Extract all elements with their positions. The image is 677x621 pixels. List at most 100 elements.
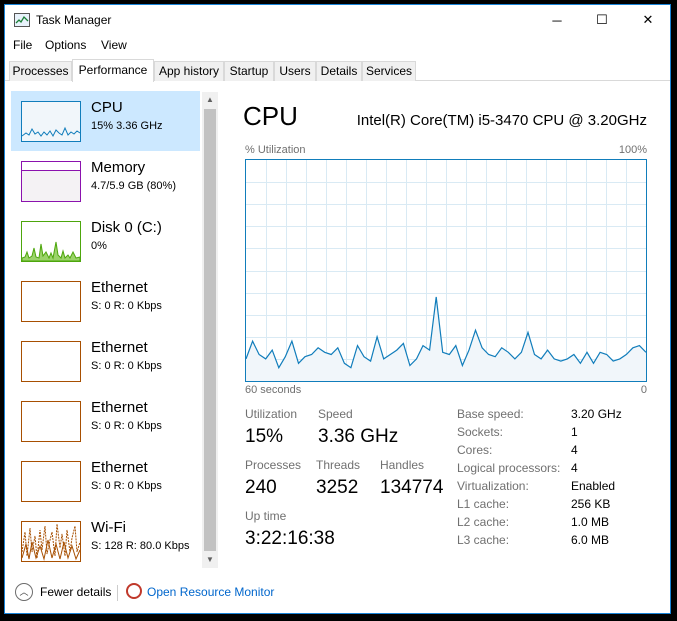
- sidebar-item-title: Ethernet: [91, 399, 148, 416]
- sidebar-item-ethernet[interactable]: Ethernet S: 0 R: 0 Kbps: [11, 391, 198, 451]
- sidebar-item-subtitle: S: 0 R: 0 Kbps: [91, 480, 162, 492]
- sidebar-item-ethernet[interactable]: Ethernet S: 0 R: 0 Kbps: [11, 271, 198, 331]
- sidebar-item-subtitle: S: 0 R: 0 Kbps: [91, 360, 162, 372]
- spec-value-logical-processors: 4: [571, 461, 578, 475]
- tab-services[interactable]: Services: [362, 61, 416, 81]
- window-title: Task Manager: [36, 13, 112, 27]
- spec-value-l3-cache: 6.0 MB: [571, 533, 610, 547]
- tab-performance[interactable]: Performance: [72, 59, 154, 82]
- sidebar-item-ethernet[interactable]: Ethernet S: 0 R: 0 Kbps: [11, 451, 198, 511]
- handles-label: Handles: [380, 458, 425, 472]
- handles-value: 134774: [380, 477, 444, 498]
- utilization-value: 15%: [245, 426, 284, 447]
- sidebar-item-title: Ethernet: [91, 339, 148, 356]
- tab-app-history[interactable]: App history: [154, 61, 224, 81]
- cpu-model-name: Intel(R) Core(TM) i5-3470 CPU @ 3.20GHz: [356, 112, 647, 129]
- fewer-details-button[interactable]: Fewer details: [40, 585, 111, 599]
- spec-value-l2-cache: 1.0 MB: [571, 515, 610, 529]
- resource-monitor-icon[interactable]: [126, 583, 142, 599]
- task-manager-icon: [14, 13, 30, 27]
- spec-label-l2-cache: L2 cache:: [457, 515, 510, 529]
- sidebar-item-subtitle: 15% 3.36 GHz: [91, 120, 163, 132]
- spec-value-base-speed: 3.20 GHz: [571, 407, 622, 421]
- spec-label-cores: Cores:: [457, 443, 493, 457]
- sidebar-item-title: Ethernet: [91, 279, 148, 296]
- footer-divider: [117, 585, 118, 601]
- chevron-up-icon[interactable]: ︿: [15, 583, 33, 601]
- sidebar-item-subtitle: S: 128 R: 80.0 Kbps: [91, 540, 190, 552]
- close-button[interactable]: ✕: [625, 5, 671, 35]
- spec-value-virtualization: Enabled: [571, 479, 616, 493]
- tab-processes[interactable]: Processes: [9, 61, 72, 81]
- uptime-label: Up time: [245, 509, 287, 523]
- tab-users[interactable]: Users: [274, 61, 316, 81]
- memory-usage-fill: [22, 169, 80, 201]
- uptime-value: 3:22:16:38: [245, 528, 335, 549]
- sidebar-item-cpu[interactable]: CPU 15% 3.36 GHz: [11, 91, 200, 151]
- sidebar-item-subtitle: 4.7/5.9 GB (80%): [91, 180, 176, 192]
- memory-thumbnail: [21, 161, 81, 202]
- menu-file[interactable]: File: [13, 38, 32, 52]
- sidebar-item-disk[interactable]: Disk 0 (C:) 0%: [11, 211, 198, 271]
- menu-options[interactable]: Options: [45, 38, 86, 52]
- menu-bar: File Options View: [5, 37, 670, 57]
- threads-value: 3252: [316, 477, 359, 498]
- sidebar-item-subtitle: S: 0 R: 0 Kbps: [91, 420, 162, 432]
- threads-label: Threads: [316, 458, 361, 472]
- graph-y-label: % Utilization: [245, 144, 306, 156]
- menu-view[interactable]: View: [101, 38, 127, 52]
- ethernet-thumbnail: [21, 461, 81, 502]
- ethernet-thumbnail: [21, 281, 81, 322]
- resource-sidebar: CPU 15% 3.36 GHz Memory 4.7/5.9 GB (80%)…: [9, 91, 219, 567]
- disk-mini-graph: [21, 241, 81, 262]
- sidebar-item-wifi[interactable]: Wi-Fi S: 128 R: 80.0 Kbps: [11, 511, 198, 567]
- sidebar-item-subtitle: 0%: [91, 240, 107, 252]
- tab-bar: Processes Performance App history Startu…: [5, 59, 670, 82]
- utilization-label: Utilization: [245, 407, 298, 421]
- sidebar-item-title: CPU: [91, 99, 123, 116]
- wifi-mini-graph: [21, 523, 81, 561]
- maximize-button[interactable]: ☐: [579, 5, 625, 35]
- spec-label-virtualization: Virtualization:: [457, 479, 529, 493]
- cpu-graph-svg: [245, 160, 647, 381]
- sidebar-item-ethernet[interactable]: Ethernet S: 0 R: 0 Kbps: [11, 331, 198, 391]
- ethernet-thumbnail: [21, 401, 81, 442]
- sidebar-item-title: Wi-Fi: [91, 519, 126, 536]
- title-bar[interactable]: Task Manager ─ ☐ ✕: [5, 5, 670, 35]
- sidebar-item-title: Ethernet: [91, 459, 148, 476]
- sidebar-item-title: Disk 0 (C:): [91, 219, 162, 236]
- speed-value: 3.36 GHz: [318, 426, 399, 447]
- tab-startup[interactable]: Startup: [224, 61, 274, 81]
- processes-value: 240: [245, 477, 277, 498]
- spec-label-l1-cache: L1 cache:: [457, 497, 510, 511]
- spec-value-cores: 4: [571, 443, 578, 457]
- wifi-thumbnail: [21, 521, 81, 562]
- scrollbar-thumb[interactable]: [204, 109, 216, 551]
- task-manager-window: Task Manager ─ ☐ ✕ File Options View Pro…: [4, 4, 671, 614]
- graph-time-label: 60 seconds: [245, 384, 302, 396]
- graph-y-max: 100%: [618, 144, 647, 156]
- scroll-down-arrow-icon[interactable]: ▼: [202, 552, 218, 568]
- spec-value-sockets: 1: [571, 425, 578, 439]
- sidebar-item-subtitle: S: 0 R: 0 Kbps: [91, 300, 162, 312]
- sidebar-item-title: Memory: [91, 159, 146, 176]
- cpu-mini-graph: [21, 126, 81, 138]
- spec-label-logical-processors: Logical processors:: [457, 461, 561, 475]
- footer-bar: ︿ Fewer details Open Resource Monitor: [5, 577, 670, 607]
- cpu-thumbnail: [21, 101, 81, 142]
- sidebar-item-memory[interactable]: Memory 4.7/5.9 GB (80%): [11, 151, 198, 211]
- open-resource-monitor-link[interactable]: Open Resource Monitor: [147, 585, 274, 599]
- speed-label: Speed: [318, 407, 353, 421]
- minimize-button[interactable]: ─: [534, 5, 580, 35]
- spec-value-l1-cache: 256 KB: [571, 497, 611, 511]
- cpu-detail-panel: CPU Intel(R) Core(TM) i5-3470 CPU @ 3.20…: [227, 91, 667, 567]
- spec-label-sockets: Sockets:: [457, 425, 504, 439]
- scroll-up-arrow-icon[interactable]: ▲: [202, 92, 218, 108]
- page-title: CPU: [243, 101, 298, 131]
- spec-label-base-speed: Base speed:: [457, 407, 524, 421]
- ethernet-thumbnail: [21, 341, 81, 382]
- spec-label-l3-cache: L3 cache:: [457, 533, 510, 547]
- graph-y-min: 0: [640, 384, 647, 396]
- cpu-utilization-graph: [245, 159, 647, 382]
- tab-details[interactable]: Details: [316, 61, 362, 81]
